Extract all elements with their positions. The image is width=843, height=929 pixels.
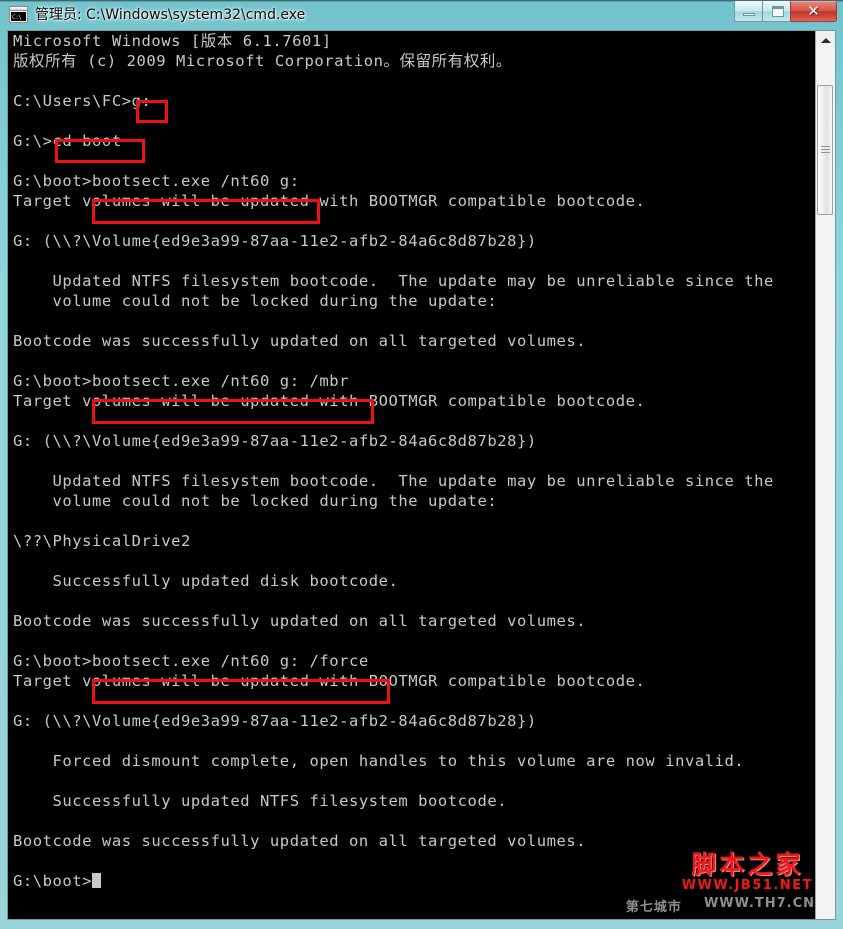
scrollbar-track[interactable] xyxy=(816,49,835,919)
console-line: G: (\\?\Volume{ed9e3a99-87aa-11e2-afb2-8… xyxy=(13,432,537,450)
console-line: volume could not be locked during the up… xyxy=(13,492,498,510)
console-line: 版权所有 (c) 2009 Microsoft Corporation。保留所有… xyxy=(13,52,512,70)
console-line: Forced dismount complete, open handles t… xyxy=(13,752,745,770)
console-line: G:\boot> xyxy=(8,871,816,891)
console-line: C:\Users\FC>g: xyxy=(13,92,152,110)
console-line: Target volumes will be updated with BOOT… xyxy=(13,392,646,410)
console-line: G:\>cd boot xyxy=(13,132,122,150)
console-scrollbar[interactable] xyxy=(815,31,835,919)
scrollbar-grip-icon xyxy=(821,146,830,147)
console-line: G:\boot>bootsect.exe /nt60 g: /mbr xyxy=(13,372,349,390)
console-line: Target volumes will be updated with BOOT… xyxy=(13,672,646,690)
console-line: G:\boot>bootsect.exe /nt60 g: xyxy=(13,172,300,190)
cmd-icon: C:\ xyxy=(9,6,28,23)
console-output[interactable]: Microsoft Windows [版本 6.1.7601] 版权所有 (c) … xyxy=(8,31,816,919)
cmd-icon-screen: C:\ xyxy=(11,12,26,21)
console-line: G: (\\?\Volume{ed9e3a99-87aa-11e2-afb2-8… xyxy=(13,712,537,730)
console-line: G:\boot>bootsect.exe /nt60 g: /force xyxy=(13,652,369,670)
console-line: Bootcode was successfully updated on all… xyxy=(13,832,587,850)
console-client-area: Microsoft Windows [版本 6.1.7601] 版权所有 (c) … xyxy=(7,30,836,920)
cmd-icon-titlebar xyxy=(10,7,27,11)
minimize-icon xyxy=(743,13,755,16)
maximize-button[interactable] xyxy=(762,1,791,22)
console-line: Bootcode was successfully updated on all… xyxy=(13,332,587,350)
cmd-window: C:\ 管理员: C:\Windows\system32\cmd.exe ✕ M… xyxy=(0,0,843,929)
console-line: Updated NTFS filesystem bootcode. The up… xyxy=(13,272,774,290)
maximize-icon xyxy=(772,6,784,17)
console-line: G: (\\?\Volume{ed9e3a99-87aa-11e2-afb2-8… xyxy=(13,232,537,250)
scrollbar-thumb[interactable] xyxy=(817,85,833,215)
scrollbar-up-button[interactable] xyxy=(816,31,835,49)
console-line: Microsoft Windows [版本 6.1.7601] xyxy=(13,32,332,50)
chevron-up-icon xyxy=(821,38,831,43)
minimize-button[interactable] xyxy=(734,1,763,22)
close-icon: ✕ xyxy=(807,2,820,20)
console-line: Bootcode was successfully updated on all… xyxy=(13,612,587,630)
console-line: volume could not be locked during the up… xyxy=(13,292,498,310)
console-line: Target volumes will be updated with BOOT… xyxy=(13,192,646,210)
console-line: \??\PhysicalDrive2 xyxy=(13,532,191,550)
console-line: Successfully updated NTFS filesystem boo… xyxy=(13,792,508,810)
title-bar[interactable]: C:\ 管理员: C:\Windows\system32\cmd.exe ✕ xyxy=(0,0,843,30)
close-button[interactable]: ✕ xyxy=(790,1,837,22)
console-cursor xyxy=(92,873,102,888)
window-controls: ✕ xyxy=(734,1,837,24)
window-title: 管理员: C:\Windows\system32\cmd.exe xyxy=(35,7,306,23)
console-line: Updated NTFS filesystem bootcode. The up… xyxy=(13,472,774,490)
console-line: Successfully updated disk bootcode. xyxy=(13,572,399,590)
